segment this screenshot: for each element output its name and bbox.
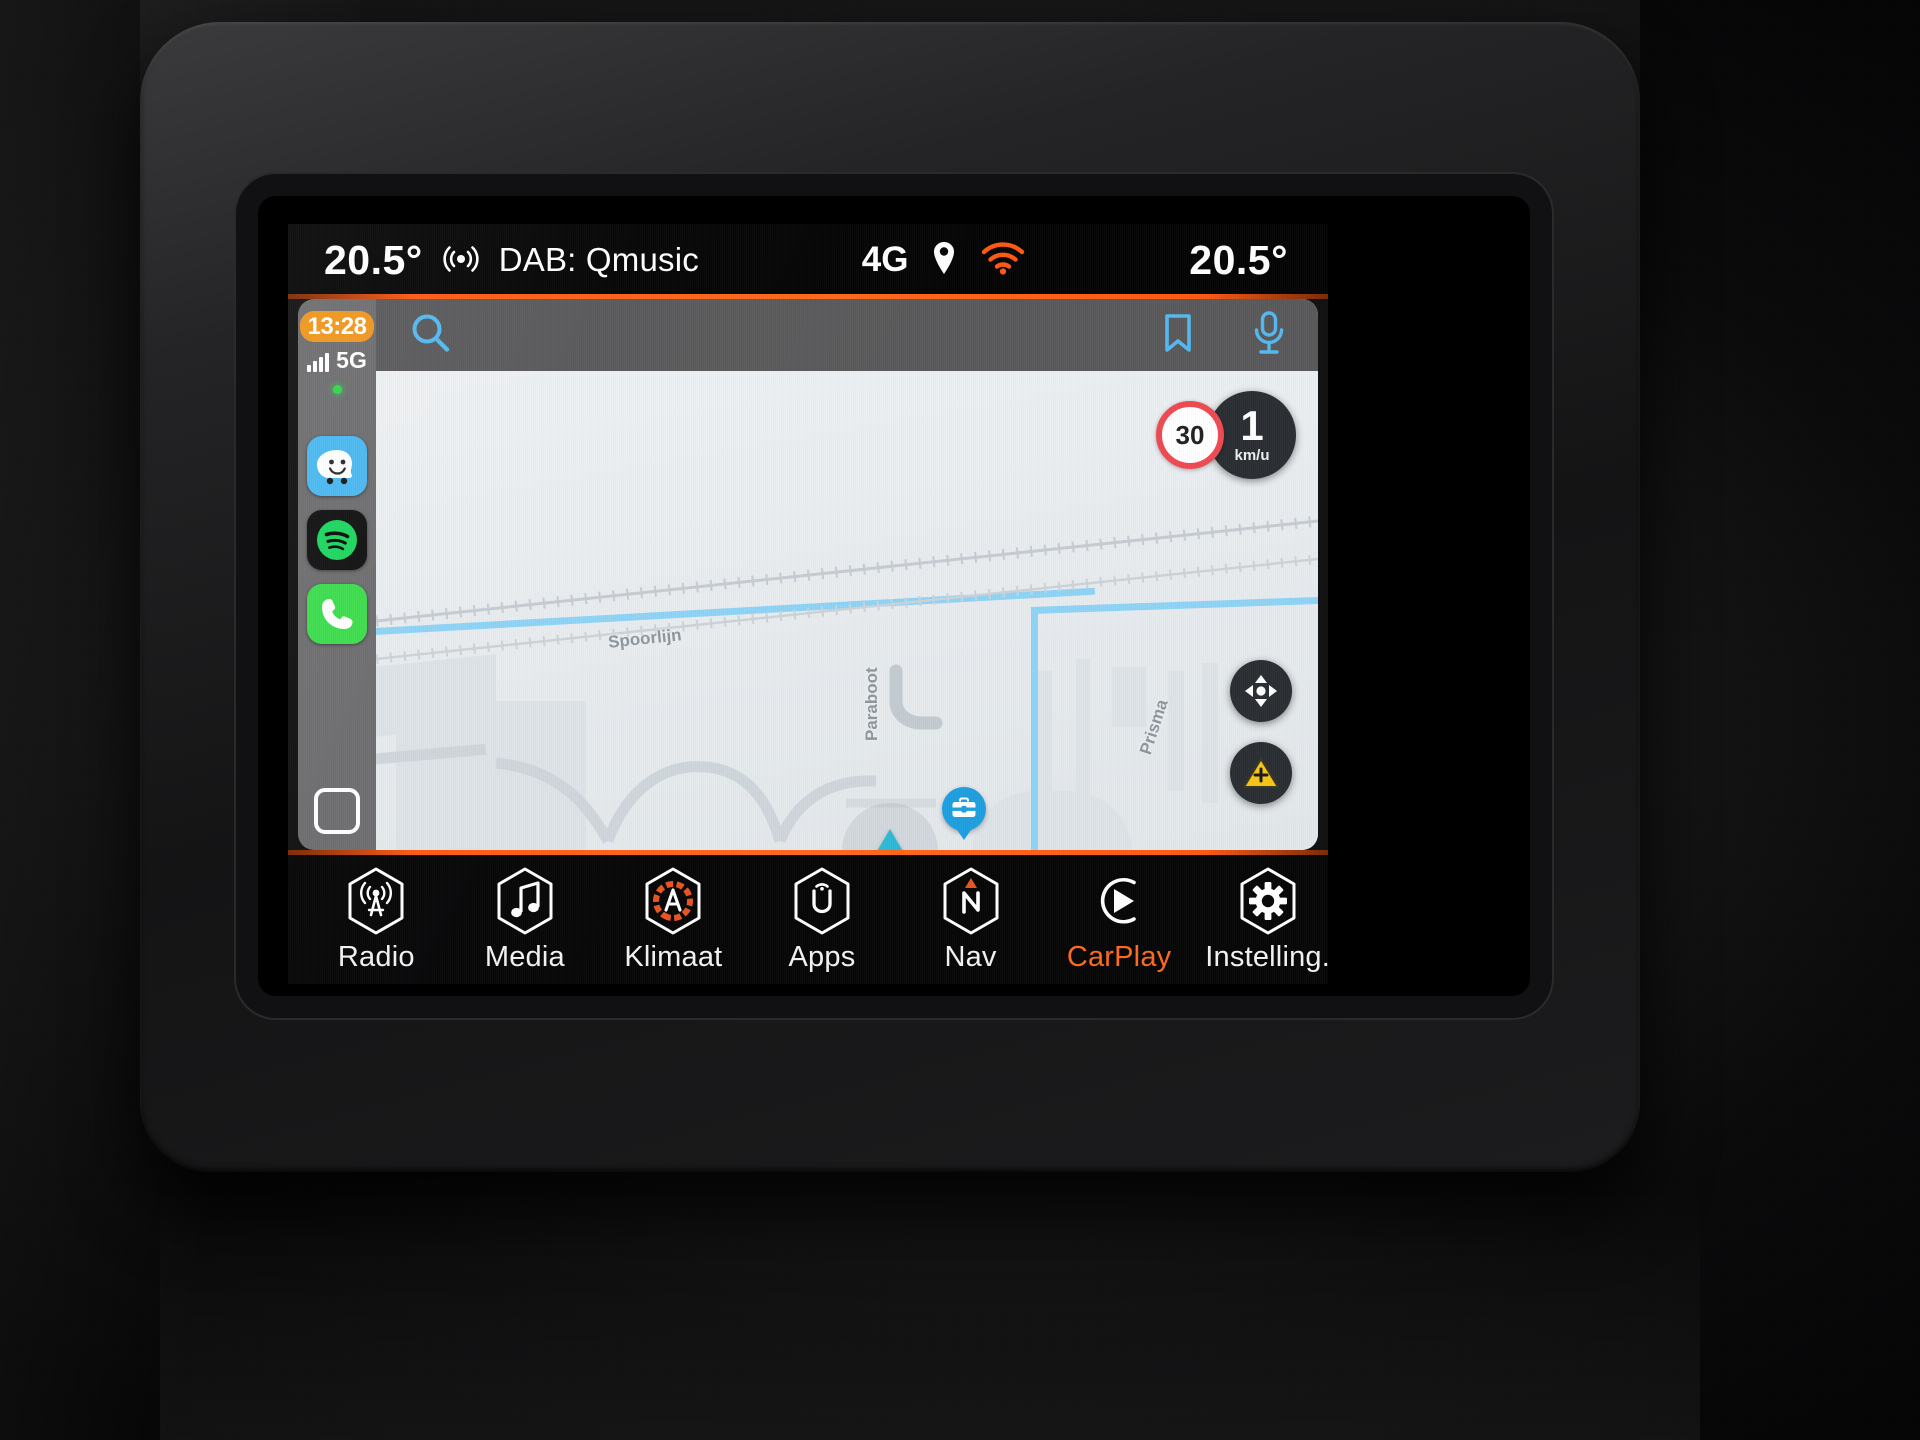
pan-control[interactable] [1230,660,1292,722]
bottom-bar-label: Nav [944,940,997,973]
bottom-bar-item-radio[interactable]: Radio [312,866,440,974]
compass-north-icon [940,866,1002,936]
uconnect-u-icon [791,866,853,936]
wifi-icon [980,241,1026,280]
toolbox-poi-icon[interactable] [942,787,986,831]
recording-indicator-icon [332,385,342,395]
bottom-bar-item-apps[interactable]: Apps [758,866,886,974]
speed-limit-sign: 30 [1156,401,1224,469]
waze-app[interactable]: Spoorlijn Paraboot Prisma 30 1 km/u [376,299,1318,850]
music-note-icon [494,866,556,936]
bookmark-icon[interactable] [1160,311,1196,360]
uconnect-status-bar: 20.5° DAB: Qmusic 4G 20.5° [288,224,1328,296]
status-bar-left: 20.5° DAB: Qmusic [288,237,699,284]
carplay-network-label: 5G [336,347,367,374]
search-icon[interactable] [406,309,454,362]
bottom-bar-label: Media [484,940,565,973]
waze-toolbar-right[interactable] [1160,310,1288,361]
infotainment-screen[interactable]: 20.5° DAB: Qmusic 4G 20.5° 13:28 5G Spoo… [288,224,1328,984]
carplay-sidebar[interactable]: 13:28 5G [298,299,376,850]
report-control[interactable] [1230,742,1292,804]
bottom-bar-item-carplay[interactable]: CarPlay [1055,866,1183,974]
carplay-home-button[interactable] [314,788,360,834]
radio-tower-icon [345,866,407,936]
dashboard-highlight-bottom [160,1140,1700,1440]
bottom-bar-label: Instelling. [1205,940,1328,973]
bottom-bar-item-media[interactable]: Media [461,866,589,974]
status-bar-center: 4G [862,239,1027,282]
carplay-icon [1088,866,1150,936]
passenger-temperature: 20.5° [1189,236,1288,283]
waze-icon[interactable] [307,436,367,497]
location-pin-icon [930,239,958,282]
bottom-bar-label: Apps [788,940,856,973]
bottom-bar-label: Klimaat [624,940,723,973]
bottom-bar-item-klimaat[interactable]: Klimaat [609,866,737,974]
network-type-label: 4G [861,240,909,279]
carplay-signal: 5G [307,347,367,374]
driver-temperature: 20.5° [324,236,423,283]
carplay-container[interactable]: 13:28 5G Spoorlijn Paraboot Prisma 30 1 … [288,299,1328,850]
radio-broadcast-icon [441,238,481,283]
climate-auto-icon [642,866,704,936]
speed-unit-label: km/u [1234,446,1270,464]
uconnect-bottom-bar[interactable]: Radio Media Klimaat Apps Nav CarPlay Ins… [288,855,1328,984]
signal-bars-icon [307,353,330,373]
audio-source-label: DAB: Qmusic [498,241,699,278]
bottom-bar-label: CarPlay [1066,940,1172,973]
carplay-app-list[interactable] [307,436,367,645]
phone-icon[interactable] [307,584,367,645]
warning-triangle-icon [1243,758,1279,788]
speed-cluster: 30 1 km/u [1156,391,1296,479]
bottom-bar-label: Radio [337,940,415,973]
bottom-bar-item-nav[interactable]: Nav [907,866,1035,974]
microphone-icon[interactable] [1250,310,1288,361]
map-label-street-paraboot: Paraboot [862,667,881,741]
gear-icon [1237,866,1299,936]
current-speed-value: 1 [1240,402,1264,450]
vehicle-marker-icon [868,829,912,850]
carplay-clock: 13:28 [299,311,375,343]
waze-map[interactable]: Spoorlijn Paraboot Prisma 30 1 km/u [376,371,1318,850]
status-bar-right: 20.5° [1189,237,1328,284]
waze-toolbar[interactable] [376,299,1318,371]
dashboard-background: 20.5° DAB: Qmusic 4G 20.5° 13:28 5G Spoo… [0,0,1920,1440]
dpad-icon [1245,675,1277,707]
spotify-icon[interactable] [307,510,367,571]
bottom-bar-item-instellingen[interactable]: Instelling. [1204,866,1328,974]
